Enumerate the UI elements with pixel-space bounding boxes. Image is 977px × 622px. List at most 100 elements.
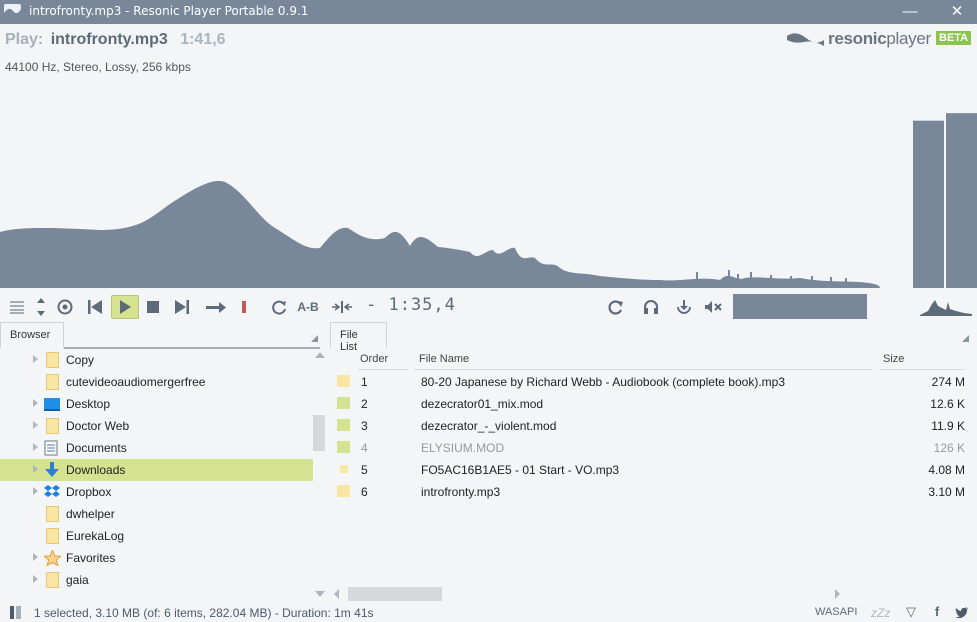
file-row[interactable]: 3 dezecrator_-_violent.mod 11.9 K (330, 414, 970, 436)
tree-item-label: Favorites (66, 551, 116, 565)
file-row[interactable]: 2 dezecrator01_mix.mod 12.6 K (330, 392, 970, 414)
spectrum-icon[interactable] (920, 296, 972, 316)
facebook-icon[interactable]: f (929, 604, 945, 620)
folder-icon (44, 352, 60, 368)
tree-item-label: dwhelper (66, 507, 115, 521)
browser-resize-icon[interactable] (311, 335, 318, 342)
expand-arrow-icon[interactable] (33, 443, 38, 451)
panel-toggle-icon[interactable] (10, 606, 22, 619)
filelist-resize-icon[interactable] (962, 335, 969, 342)
twitter-icon[interactable] (955, 606, 971, 622)
desktop-icon (44, 396, 60, 412)
file-size: 12.6 K (930, 397, 965, 411)
split-button[interactable] (329, 295, 355, 319)
column-header-name[interactable]: File Name (419, 353, 469, 365)
continue-arrow-icon (206, 302, 226, 313)
sort-button[interactable] (28, 295, 54, 319)
tree-item-cutevideoaudiomergerfree[interactable]: cutevideoaudiomergerfree (0, 371, 313, 393)
tree-item-dropbox[interactable]: Dropbox (0, 481, 313, 503)
expand-arrow-icon[interactable] (33, 399, 38, 407)
expand-arrow-icon[interactable] (33, 575, 38, 583)
list-toggle-button[interactable] (4, 295, 30, 319)
tree-item-label: Doctor Web (66, 419, 130, 433)
scroll-right-icon[interactable] (835, 589, 840, 599)
tree-item-label: Copy (66, 353, 95, 367)
ab-repeat-button[interactable]: A-B (294, 295, 322, 319)
browser-vertical-scrollbar-thumb[interactable] (313, 415, 325, 451)
target-button[interactable] (52, 295, 78, 319)
download-icon (677, 300, 691, 314)
tree-item-google-drive[interactable]: Google Drive (0, 591, 313, 594)
refresh-button[interactable] (603, 295, 629, 319)
playing-filename: introfronty.mp3 (50, 31, 168, 48)
expand-arrow-icon[interactable] (33, 355, 38, 363)
volume-slider[interactable] (733, 294, 867, 319)
continue-button[interactable] (203, 295, 229, 319)
list-icon (10, 301, 24, 314)
tree-item-eurekalog[interactable]: EurekaLog (0, 525, 313, 547)
tree-item-label: EurekaLog (66, 529, 125, 543)
column-header-size[interactable]: Size (883, 353, 904, 365)
column-header-order[interactable]: Order (360, 353, 388, 365)
ab-repeat-icon: A-B (297, 300, 319, 314)
tree-item-label: Dropbox (66, 485, 112, 499)
scroll-up-icon[interactable] (315, 352, 325, 358)
resonic-logo: resonicplayer (786, 28, 931, 50)
scroll-left-icon[interactable] (334, 589, 339, 599)
expand-arrow-icon[interactable] (33, 421, 38, 429)
waveform-display[interactable] (0, 100, 977, 290)
loop-button[interactable] (266, 295, 292, 319)
folder-tree: Copy cutevideoaudiomergerfree Desktop Docto… (0, 349, 313, 594)
headphones-icon (644, 300, 658, 314)
expand-arrow-icon[interactable] (33, 487, 38, 495)
dropbox-icon (44, 484, 60, 500)
tree-item-desktop[interactable]: Desktop (0, 393, 313, 415)
file-row[interactable]: 4 ELYSIUM.MOD 126 K (330, 436, 970, 458)
tree-item-dwhelper[interactable]: dwhelper (0, 503, 313, 525)
file-name: 80-20 Japanese by Richard Webb - Audiobo… (421, 375, 785, 389)
file-color-swatch (337, 397, 350, 409)
expand-arrow-icon[interactable] (33, 553, 38, 561)
tree-item-gaia[interactable]: gaia (0, 569, 313, 591)
sort-updown-icon (37, 298, 45, 316)
stop-icon (147, 301, 159, 313)
tree-item-favorites[interactable]: Favorites (0, 547, 313, 569)
sleep-button[interactable]: zZz (871, 606, 890, 620)
waveform-shape (0, 180, 880, 288)
file-row[interactable]: 5 FO5AC16B1AE5 - 01 Start - VO.mp3 4.08 M (330, 458, 970, 480)
filter-icon[interactable]: ▽ (903, 604, 919, 620)
play-button[interactable] (111, 295, 139, 319)
tree-item-documents[interactable]: Documents (0, 437, 313, 459)
tree-item-copy[interactable]: Copy (0, 349, 313, 371)
record-marker-icon (242, 301, 246, 313)
maximize-button[interactable] (890, 0, 930, 24)
logo-wave-icon (787, 33, 824, 46)
stop-button[interactable] (140, 295, 166, 319)
headphones-button[interactable] (638, 295, 664, 319)
tab-browser[interactable]: Browser (0, 322, 64, 348)
marker-button[interactable] (232, 295, 258, 319)
tab-file-list[interactable]: File List (330, 322, 387, 353)
expand-arrow-icon[interactable] (33, 465, 38, 473)
file-row[interactable]: 1 80-20 Japanese by Richard Webb - Audiob… (330, 370, 970, 392)
file-name: introfronty.mp3 (421, 485, 501, 499)
file-row[interactable]: 6 introfronty.mp3 3.10 M (330, 480, 970, 502)
filelist-horizontal-scrollbar-thumb[interactable] (348, 587, 442, 601)
split-icon (332, 301, 352, 313)
folder-icon (44, 572, 60, 588)
tree-item-doctor-web[interactable]: Doctor Web (0, 415, 313, 437)
close-button[interactable]: ✕ (937, 0, 977, 24)
file-size: 126 K (933, 441, 965, 455)
download-button[interactable] (671, 295, 697, 319)
mute-button[interactable] (700, 295, 726, 319)
output-mode[interactable]: WASAPI (815, 606, 857, 618)
file-color-swatch (337, 485, 350, 497)
file-size: 11.9 K (931, 419, 965, 433)
tree-item-downloads[interactable]: Downloads (0, 459, 313, 481)
now-playing: Play: introfronty.mp3 1:41,6 (5, 31, 226, 49)
scroll-down-icon[interactable] (315, 591, 325, 597)
previous-button[interactable] (82, 295, 108, 319)
next-icon (175, 300, 189, 314)
next-button[interactable] (169, 295, 195, 319)
tree-item-label: Desktop (66, 397, 111, 411)
